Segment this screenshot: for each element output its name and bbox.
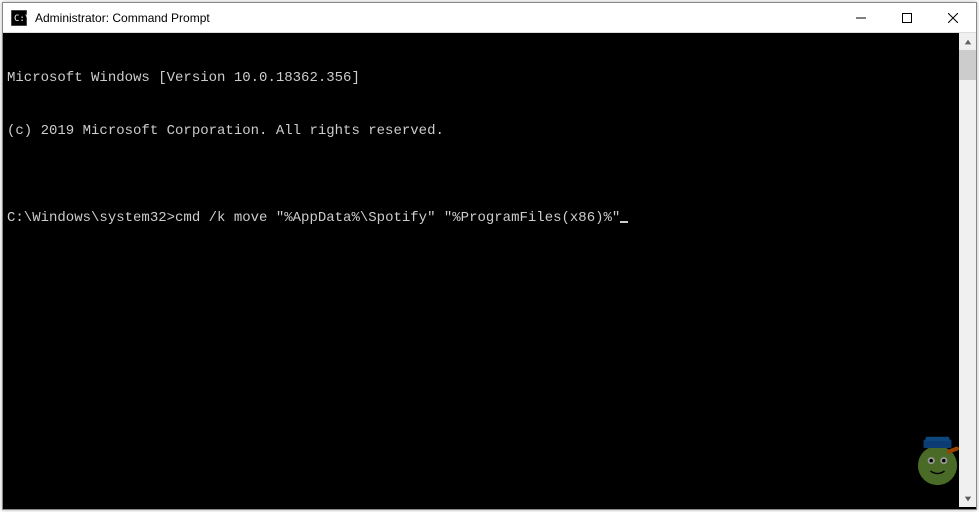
scroll-track[interactable] bbox=[959, 50, 976, 490]
command-prompt-window: C:\ Administrator: Command Prompt Micros… bbox=[2, 2, 977, 510]
close-button[interactable] bbox=[930, 3, 976, 33]
maximize-button[interactable] bbox=[884, 3, 930, 33]
terminal-area[interactable]: Microsoft Windows [Version 10.0.18362.35… bbox=[3, 33, 976, 509]
titlebar[interactable]: C:\ Administrator: Command Prompt bbox=[3, 3, 976, 33]
prompt-line: C:\Windows\system32>cmd /k move "%AppDat… bbox=[7, 210, 972, 228]
watermark-logo bbox=[899, 427, 969, 502]
scroll-thumb[interactable] bbox=[959, 50, 976, 80]
output-line: (c) 2019 Microsoft Corporation. All righ… bbox=[7, 123, 972, 141]
command-input[interactable]: cmd /k move "%AppData%\Spotify" "%Progra… bbox=[175, 210, 620, 226]
scroll-up-button[interactable] bbox=[959, 33, 976, 50]
cursor bbox=[620, 221, 628, 223]
minimize-button[interactable] bbox=[838, 3, 884, 33]
window-title: Administrator: Command Prompt bbox=[35, 11, 838, 25]
output-line: Microsoft Windows [Version 10.0.18362.35… bbox=[7, 70, 972, 88]
svg-text:C:\: C:\ bbox=[14, 14, 27, 24]
cmd-icon: C:\ bbox=[11, 10, 27, 26]
prompt-text: C:\Windows\system32> bbox=[7, 210, 175, 226]
window-controls bbox=[838, 3, 976, 32]
